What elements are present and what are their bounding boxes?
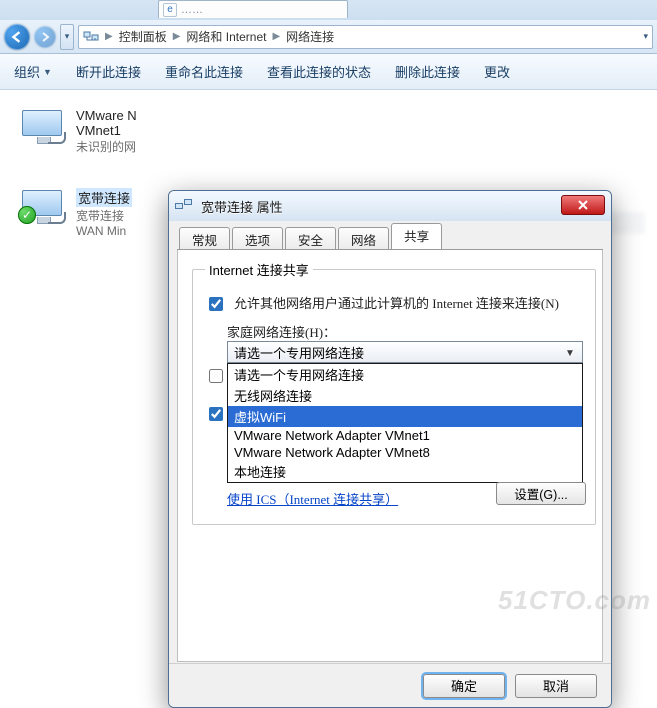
chevron-down-icon: ▼	[43, 67, 52, 77]
dropdown-option[interactable]: 本地连接	[228, 461, 582, 482]
network-location-icon	[83, 29, 99, 45]
home-network-label: 家庭网络连接(H)：	[227, 322, 583, 341]
tab-strip: 常规 选项 安全 网络 共享	[169, 221, 611, 249]
crumb-control-panel[interactable]: 控制面板	[119, 28, 167, 45]
connection-device: WAN Min	[76, 224, 132, 238]
view-status-button[interactable]: 查看此连接的状态	[267, 62, 371, 81]
chevron-right-icon: ▶	[171, 31, 183, 42]
secondary-checkbox-1[interactable]	[209, 369, 223, 383]
connection-status: 未识别的网	[76, 138, 137, 155]
forward-button[interactable]	[34, 26, 56, 48]
home-network-dropdown[interactable]: 请选一个专用网络连接 无线网络连接 虚拟WiFi VMware Network …	[227, 363, 583, 483]
dialog-title: 宽带连接 属性	[201, 197, 283, 216]
disconnect-button[interactable]: 断开此连接	[76, 62, 141, 81]
combobox-value: 请选一个专用网络连接	[234, 343, 364, 362]
change-button[interactable]: 更改	[484, 62, 510, 81]
connections-list: VMware N VMnet1 未识别的网 ✓ 宽带连接 宽带连接 WAN Mi…	[0, 90, 657, 622]
settings-button[interactable]: 设置(G)...	[496, 482, 586, 505]
allow-sharing-checkbox[interactable]	[209, 297, 223, 311]
ok-button[interactable]: 确定	[423, 674, 505, 698]
tab-security[interactable]: 安全	[285, 227, 336, 249]
nav-bar: ▾ ▶ 控制面板 ▶ 网络和 Internet ▶ 网络连接 ▾	[0, 20, 657, 54]
groupbox-legend: Internet 连接共享	[205, 260, 313, 279]
connection-name: 宽带连接	[76, 188, 132, 207]
dialog-titlebar[interactable]: 宽带连接 属性	[169, 191, 611, 221]
rename-button[interactable]: 重命名此连接	[165, 62, 243, 81]
breadcrumb[interactable]: ▶ 控制面板 ▶ 网络和 Internet ▶ 网络连接 ▾	[78, 25, 653, 49]
dropdown-option[interactable]: 请选一个专用网络连接	[228, 364, 582, 385]
tab-general[interactable]: 常规	[179, 227, 230, 249]
chevron-down-icon: ▼	[562, 345, 578, 361]
properties-dialog: 宽带连接 属性 常规 选项 安全 网络 共享 Internet 连接共享 允许其…	[168, 190, 612, 708]
dropdown-option[interactable]: 无线网络连接	[228, 385, 582, 406]
chevron-right-icon: ▶	[103, 31, 115, 42]
window-titlebar: e ……	[0, 0, 657, 20]
chevron-right-icon: ▶	[270, 31, 282, 42]
tab-title: ……	[181, 4, 203, 16]
close-button[interactable]	[561, 195, 605, 215]
tab-panel-sharing: Internet 连接共享 允许其他网络用户通过此计算机的 Internet 连…	[177, 250, 603, 662]
close-icon	[577, 200, 589, 210]
chevron-down-icon[interactable]: ▾	[643, 31, 648, 42]
secondary-checkbox-2[interactable]	[209, 407, 223, 421]
tab-network[interactable]: 网络	[338, 227, 389, 249]
ics-help-link[interactable]: 使用 ICS（Internet 连接共享）	[227, 492, 398, 507]
tab-sharing[interactable]: 共享	[391, 223, 442, 249]
network-adapter-icon: ✓	[20, 188, 68, 228]
dropdown-option[interactable]: VMware Network Adapter VMnet8	[228, 444, 582, 461]
favicon-icon: e	[163, 3, 177, 17]
dropdown-option[interactable]: VMware Network Adapter VMnet1	[228, 427, 582, 444]
arrow-right-icon	[40, 32, 50, 42]
connection-subname: VMnet1	[76, 123, 137, 138]
delete-button[interactable]: 删除此连接	[395, 62, 460, 81]
organize-menu[interactable]: 组织▼	[14, 62, 52, 81]
crumb-network-connections[interactable]: 网络连接	[286, 28, 334, 45]
crumb-network-internet[interactable]: 网络和 Internet	[186, 28, 266, 45]
history-dropdown[interactable]: ▾	[60, 24, 74, 50]
back-button[interactable]	[4, 24, 30, 50]
arrow-left-icon	[11, 31, 23, 43]
cancel-button[interactable]: 取消	[515, 674, 597, 698]
tab-options[interactable]: 选项	[232, 227, 283, 249]
allow-sharing-label: 允许其他网络用户通过此计算机的 Internet 连接来连接(N)	[234, 295, 564, 313]
check-badge-icon: ✓	[18, 206, 36, 224]
connection-item-selected[interactable]: ✓ 宽带连接 宽带连接 WAN Min	[20, 188, 132, 238]
connection-name: VMware N	[76, 108, 137, 123]
browser-tab[interactable]: e ……	[158, 0, 348, 18]
connection-icon	[175, 199, 193, 213]
connection-item[interactable]: VMware N VMnet1 未识别的网	[20, 108, 137, 155]
connection-subname: 宽带连接	[76, 207, 132, 224]
home-network-combobox[interactable]: 请选一个专用网络连接 ▼	[227, 341, 583, 363]
command-bar: 组织▼ 断开此连接 重命名此连接 查看此连接的状态 删除此连接 更改	[0, 54, 657, 90]
dropdown-option-selected[interactable]: 虚拟WiFi	[228, 406, 582, 427]
network-adapter-icon	[20, 108, 68, 148]
dialog-footer: 确定 取消	[169, 663, 611, 707]
